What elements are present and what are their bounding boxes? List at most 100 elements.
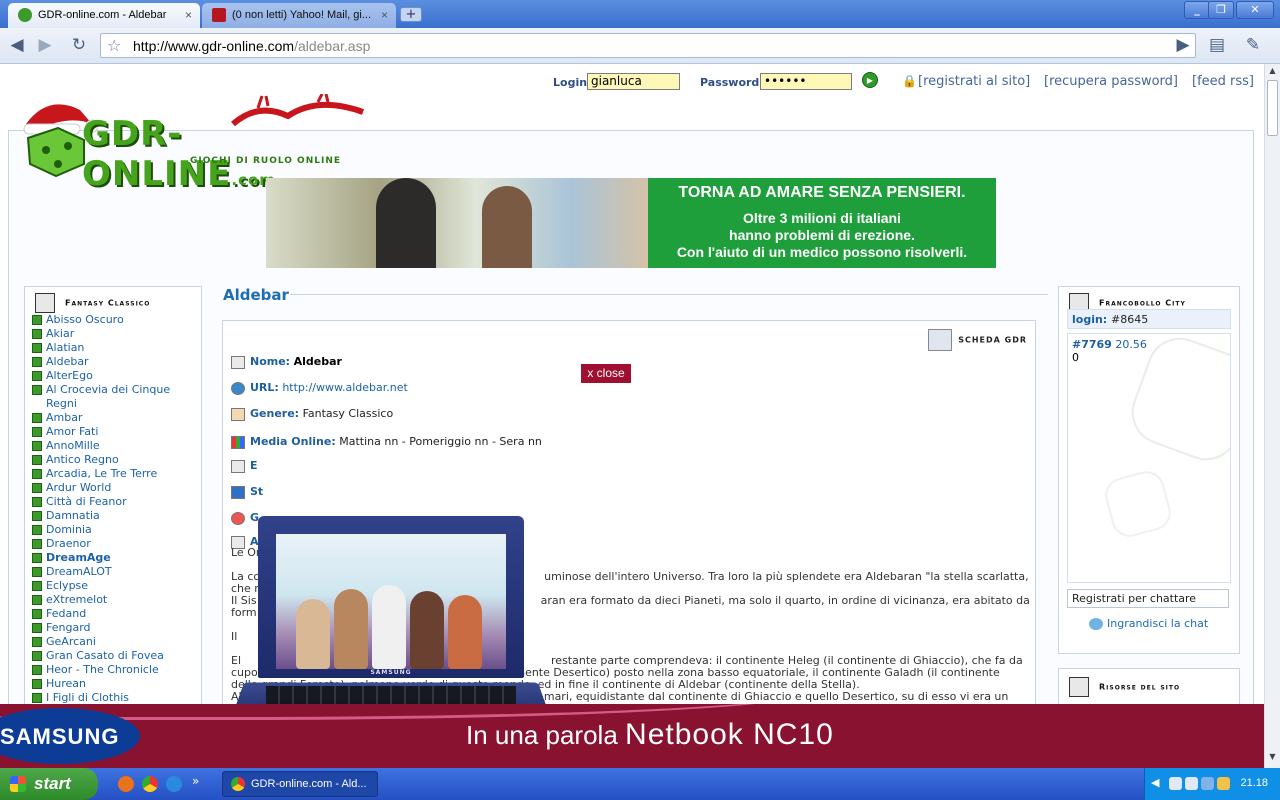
tray-messenger-icon[interactable] [1201, 777, 1214, 790]
login-input[interactable]: gianluca [587, 73, 680, 90]
tab-close-icon[interactable]: × [381, 3, 388, 27]
ad-banner[interactable]: TORNA AD AMARE SENZA PENSIERI. Oltre 3 m… [266, 178, 996, 268]
game-list-item[interactable]: Ardur World [32, 481, 198, 495]
system-tray: ◀ 21.18 [1144, 768, 1280, 800]
quick-launch-more-icon[interactable]: » [192, 774, 199, 788]
game-list-item[interactable]: Città di Feanor [32, 495, 198, 509]
game-list-item[interactable]: eXtremelot [32, 593, 198, 607]
scheda-gdr-icon [928, 329, 953, 351]
game-list-item[interactable]: AlterEgo [32, 369, 198, 383]
game-list-item[interactable]: Arcadia, Le Tre Terre [32, 467, 198, 481]
password-input[interactable]: •••••• [760, 73, 852, 90]
game-list-item[interactable]: Draenor [32, 537, 198, 551]
screen: GDR-online.com - Aldebar × (0 non letti)… [0, 0, 1280, 800]
game-list-item[interactable]: Hurean [32, 677, 198, 691]
game-url-link[interactable]: http://www.aldebar.net [282, 381, 408, 394]
game-list-item[interactable]: Al Crocevia dei Cinque Regni [32, 383, 198, 411]
game-list-item[interactable]: Fengard [32, 621, 198, 635]
enlarge-chat-link[interactable]: Ingrandisci la chat [1089, 617, 1208, 630]
scroll-thumb[interactable] [1267, 80, 1278, 136]
chat-register-input[interactable]: Registrati per chattare [1067, 589, 1229, 608]
game-list-item[interactable]: Abisso Oscuro [32, 313, 198, 327]
login-go-icon[interactable]: ▶ [862, 72, 878, 88]
page-menu-icon[interactable]: ▤ [1204, 33, 1230, 57]
scroll-down-icon[interactable]: ▼ [1267, 752, 1278, 764]
page-title: Aldebar [223, 286, 289, 304]
reload-icon[interactable]: ↻ [66, 33, 92, 57]
samsung-slogan: In una parola Netbook NC10 [466, 718, 834, 751]
scroll-up-icon[interactable]: ▲ [1267, 66, 1278, 78]
chrome-icon [231, 777, 245, 791]
game-list-item[interactable]: Fedand [32, 607, 198, 621]
tab-gdr-online[interactable]: GDR-online.com - Aldebar × [8, 3, 200, 28]
game-list-item[interactable]: Eclypse [32, 579, 198, 593]
resources-icon [1069, 677, 1089, 697]
scheda-gdr-label: Scheda GDR [928, 329, 1027, 351]
game-list-item[interactable]: AnnoMille [32, 439, 198, 453]
question-icon [231, 485, 245, 499]
field-status: St [231, 485, 263, 499]
chat-bubble-icon [1089, 618, 1103, 630]
game-list-item[interactable]: Heor - The Chronicle [32, 663, 198, 677]
tab-yahoo-mail[interactable]: (0 non letti) Yahoo! Mail, gi... × [202, 3, 396, 28]
game-list-item[interactable]: Gran Casato di Fovea [32, 649, 198, 663]
tray-security-icon[interactable] [1217, 777, 1230, 790]
tray-network-icon[interactable] [1169, 777, 1182, 790]
maximize-button[interactable]: ❐ [1208, 1, 1234, 19]
ad-person [372, 585, 406, 669]
ad-body: Oltre 3 milioni di italiani hanno proble… [648, 210, 996, 261]
right-column-francobollo: Francobollo City login: #8645 #7769 20.5… [1058, 286, 1240, 654]
game-list-item[interactable]: Amor Fati [32, 425, 198, 439]
yahoo-favicon-icon [212, 8, 226, 22]
popup-close-button[interactable]: x close [581, 364, 631, 383]
site-logo[interactable]: GDR-ONLINE.com GIOCHI DI RUOLO ONLINE [18, 94, 368, 194]
taskbar-item-chrome[interactable]: GDR-online.com - Ald... [222, 771, 378, 797]
game-list-item[interactable]: GeArcani [32, 635, 198, 649]
game-list-item[interactable]: DreamALOT [32, 565, 198, 579]
game-list-item[interactable]: Akiar [32, 327, 198, 341]
game-list-item[interactable]: Dominia [32, 523, 198, 537]
game-list-item[interactable]: DreamAge [32, 551, 198, 565]
login-bar: Login gianluca Password •••••• ▶ 🔒 [regi… [552, 72, 1262, 94]
game-list-item[interactable]: Antico Regno [32, 453, 198, 467]
game-list-item[interactable]: I Figli di Clothis [32, 691, 198, 705]
back-icon[interactable]: ◀ [4, 33, 30, 57]
start-button[interactable]: start [0, 768, 98, 800]
ie-icon[interactable] [166, 776, 182, 792]
game-list-item[interactable]: Alatian [32, 341, 198, 355]
laptop-screen-photo [276, 534, 506, 669]
recover-password-link[interactable]: [recupera password] [1044, 74, 1178, 89]
game-list-item[interactable]: Aldebar [32, 355, 198, 369]
ad-photo-woman [482, 186, 532, 268]
ad-photo-man [376, 178, 436, 268]
address-bar[interactable]: ☆ http://www.gdr-online.com/aldebar.asp [100, 33, 1196, 58]
forward-icon[interactable]: ▶ [32, 33, 58, 57]
go-icon[interactable]: ▶ [1170, 33, 1196, 57]
register-link[interactable]: [registrati al sito] [918, 74, 1030, 89]
windows-logo-icon [10, 776, 26, 792]
close-window-button[interactable]: ✕ [1236, 1, 1274, 19]
tab-close-icon[interactable]: × [185, 3, 192, 27]
tray-expand-icon[interactable]: ◀ [1151, 776, 1159, 789]
bookmark-star-icon[interactable]: ☆ [107, 36, 121, 55]
game-list-item[interactable]: Ambar [32, 411, 198, 425]
samsung-ad-banner[interactable]: SAMSUNG In una parola Netbook NC10 [0, 704, 1264, 768]
windows-taskbar: start » GDR-online.com - Ald... ◀ 21.18 [0, 768, 1280, 800]
clock: 21.18 [1240, 777, 1268, 789]
new-tab-button[interactable]: + [400, 7, 422, 22]
chrome-icon[interactable] [142, 776, 158, 792]
login-label: Login [553, 76, 588, 89]
wrench-icon[interactable]: ✎ [1240, 33, 1266, 57]
tray-volume-icon[interactable] [1185, 777, 1198, 790]
page-scrollbar[interactable]: ▲ ▼ [1264, 64, 1280, 768]
ad-person [296, 599, 330, 669]
dice-watermark-icon [1122, 334, 1230, 470]
game-list-item[interactable]: Damnatia [32, 509, 198, 523]
rss-feed-link[interactable]: [feed rss] [1192, 74, 1254, 89]
chat-box[interactable]: #7769 20.56 0 [1067, 333, 1231, 583]
url-text[interactable]: http://www.gdr-online.com/aldebar.asp [133, 38, 370, 54]
bar-chart-icon [231, 435, 245, 449]
firefox-icon[interactable] [118, 776, 134, 792]
minimize-button[interactable]: _ [1184, 1, 1210, 19]
tab-label: (0 non letti) Yahoo! Mail, gi... [232, 9, 371, 21]
